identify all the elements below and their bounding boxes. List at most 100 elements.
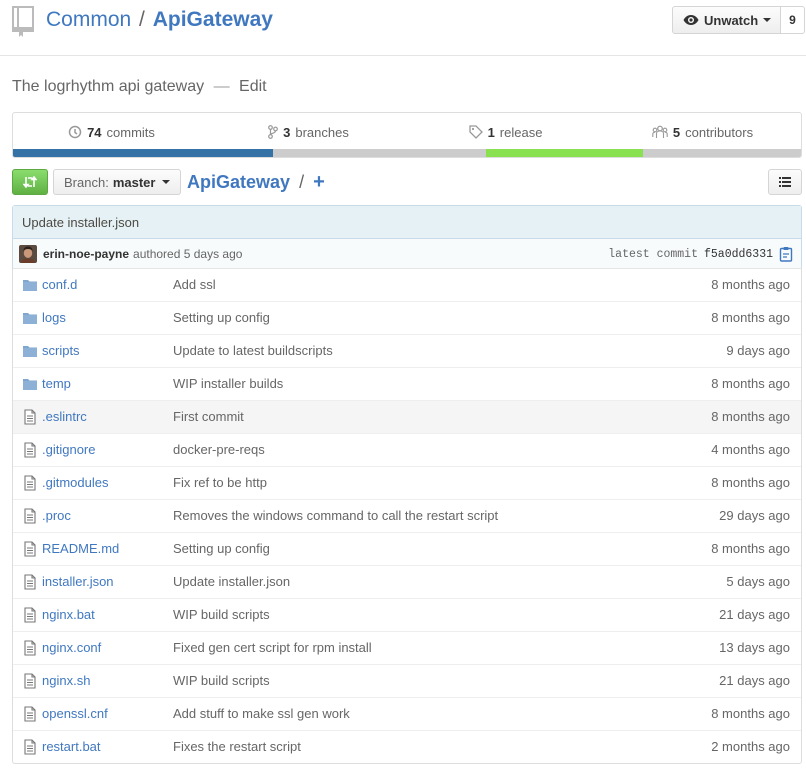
file-row[interactable]: .proc Removes the windows command to call… (13, 499, 801, 532)
releases-count: 1 (487, 124, 495, 140)
file-row[interactable]: restart.bat Fixes the restart script 2 mon… (13, 730, 801, 763)
commits-link[interactable]: 74 commits (13, 113, 210, 151)
file-row[interactable]: .gitmodules Fix ref to be http 8 months ag… (13, 466, 801, 499)
file-icon (22, 574, 38, 590)
file-row[interactable]: nginx.conf Fixed gen cert script for rpm … (13, 631, 801, 664)
file-row[interactable]: temp WIP installer builds 8 months ago (13, 367, 801, 400)
watch-group: Unwatch 9 (672, 6, 805, 34)
new-file-link[interactable]: + (313, 171, 325, 193)
file-commit-message-link[interactable]: Removes the windows command to call the … (173, 508, 498, 523)
file-name-link[interactable]: conf.d (42, 277, 77, 292)
file-row[interactable]: .gitignore docker-pre-reqs 4 months ago (13, 433, 801, 466)
file-name-link[interactable]: nginx.conf (42, 640, 101, 655)
eye-icon (683, 15, 699, 25)
list-view-button[interactable] (768, 169, 802, 195)
file-row[interactable]: logs Setting up config 8 months ago (13, 301, 801, 334)
file-commit-message-link[interactable]: Add stuff to make ssl gen work (173, 706, 350, 721)
commit-meta: erin-noe-payne authored 5 days ago lates… (13, 239, 801, 269)
file-row[interactable]: conf.d Add ssl 8 months ago (13, 269, 801, 301)
file-row[interactable]: installer.json Update installer.json 5 day… (13, 565, 801, 598)
file-age: 29 days ago (719, 508, 790, 523)
file-icon (22, 739, 38, 755)
file-name-link[interactable]: README.md (42, 541, 119, 556)
file-name-link[interactable]: openssl.cnf (42, 706, 108, 721)
file-row[interactable]: openssl.cnf Add stuff to make ssl gen wor… (13, 697, 801, 730)
branches-link[interactable]: 3 branches (210, 113, 407, 151)
file-name-link[interactable]: restart.bat (42, 739, 101, 754)
file-row[interactable]: nginx.sh WIP build scripts 21 days ago (13, 664, 801, 697)
file-commit-message-link[interactable]: Add ssl (173, 277, 216, 292)
compare-button[interactable] (12, 169, 48, 195)
file-name-link[interactable]: .gitignore (42, 442, 95, 457)
file-icon (22, 640, 38, 656)
watchers-count[interactable]: 9 (781, 6, 805, 34)
commit-message-link[interactable]: Update installer.json (13, 206, 801, 239)
file-commit-message-link[interactable]: Setting up config (173, 310, 270, 325)
file-commit-message-link[interactable]: Update installer.json (173, 574, 290, 589)
edit-description-link[interactable]: Edit (239, 78, 267, 95)
file-age: 5 days ago (726, 574, 790, 589)
language-bar[interactable] (13, 149, 801, 157)
repo-book-icon (12, 6, 34, 37)
file-commit-message-link[interactable]: WIP build scripts (173, 607, 270, 622)
branches-label: branches (295, 124, 349, 140)
tag-icon (468, 125, 483, 139)
file-commit-message-link[interactable]: docker-pre-reqs (173, 442, 265, 457)
file-name-link[interactable]: nginx.bat (42, 607, 95, 622)
file-name-link[interactable]: .gitmodules (42, 475, 108, 490)
repo-owner-link[interactable]: Common (46, 8, 131, 31)
file-name-link[interactable]: installer.json (42, 574, 114, 589)
file-name-link[interactable]: nginx.sh (42, 673, 90, 688)
organization-icon (652, 125, 668, 138)
folder-icon (22, 343, 38, 359)
file-commit-message-link[interactable]: Fixes the restart script (173, 739, 301, 754)
numbers-summary: 74 commits 3 branches 1 release 5 contri… (12, 112, 802, 158)
commit-sha-link[interactable]: f5a0dd6331 (704, 248, 773, 261)
file-row[interactable]: README.md Setting up config 8 months ago (13, 532, 801, 565)
file-age: 8 months ago (711, 706, 790, 721)
file-name-link[interactable]: .eslintrc (42, 409, 87, 424)
branch-selector-button[interactable]: Branch: master (53, 169, 182, 195)
file-commit-message-link[interactable]: Setting up config (173, 541, 270, 556)
releases-link[interactable]: 1 release (407, 113, 604, 151)
file-age: 8 months ago (711, 541, 790, 556)
file-commit-message-link[interactable]: Fix ref to be http (173, 475, 267, 490)
file-commit-message-link[interactable]: First commit (173, 409, 244, 424)
commit-author-link[interactable]: erin-noe-payne (43, 247, 129, 261)
list-icon (779, 177, 791, 187)
breadcrumb-root-link[interactable]: ApiGateway (187, 172, 290, 192)
commits-count: 74 (87, 124, 102, 140)
clipboard-icon[interactable] (779, 246, 793, 262)
latest-commit-label: latest commit (608, 247, 698, 261)
file-icon (22, 409, 38, 425)
branch-label: Branch: (64, 174, 109, 190)
releases-label: release (499, 124, 543, 140)
contributors-link[interactable]: 5 contributors (604, 113, 801, 151)
avatar[interactable] (19, 245, 37, 263)
unwatch-button[interactable]: Unwatch (672, 6, 782, 34)
file-age: 8 months ago (711, 277, 790, 292)
file-row[interactable]: nginx.bat WIP build scripts 21 days ago (13, 598, 801, 631)
repo-header: Common / ApiGateway Unwatch 9 (0, 0, 806, 56)
language-segment (643, 149, 801, 157)
file-name-link[interactable]: logs (42, 310, 66, 325)
file-icon (22, 442, 38, 458)
file-commit-message-link[interactable]: WIP build scripts (173, 673, 270, 688)
file-name-link[interactable]: scripts (42, 343, 80, 358)
file-commit-message-link[interactable]: Update to latest buildscripts (173, 343, 333, 358)
file-age: 4 months ago (711, 442, 790, 457)
file-name-link[interactable]: .proc (42, 508, 71, 523)
file-row[interactable]: .eslintrc First commit 8 months ago (13, 400, 801, 433)
folder-icon (22, 277, 38, 293)
file-age: 9 days ago (726, 343, 790, 358)
file-commit-message-link[interactable]: WIP installer builds (173, 376, 283, 391)
file-name-link[interactable]: temp (42, 376, 71, 391)
file-commit-message-link[interactable]: Fixed gen cert script for rpm install (173, 640, 372, 655)
breadcrumb-separator: / (299, 172, 305, 192)
file-age: 8 months ago (711, 475, 790, 490)
repo-name-link[interactable]: ApiGateway (153, 8, 273, 31)
file-age: 21 days ago (719, 607, 790, 622)
file-row[interactable]: scripts Update to latest buildscripts 9 da… (13, 334, 801, 367)
repo-description: The logrhythm api gateway — Edit (12, 76, 267, 98)
file-icon (22, 706, 38, 722)
